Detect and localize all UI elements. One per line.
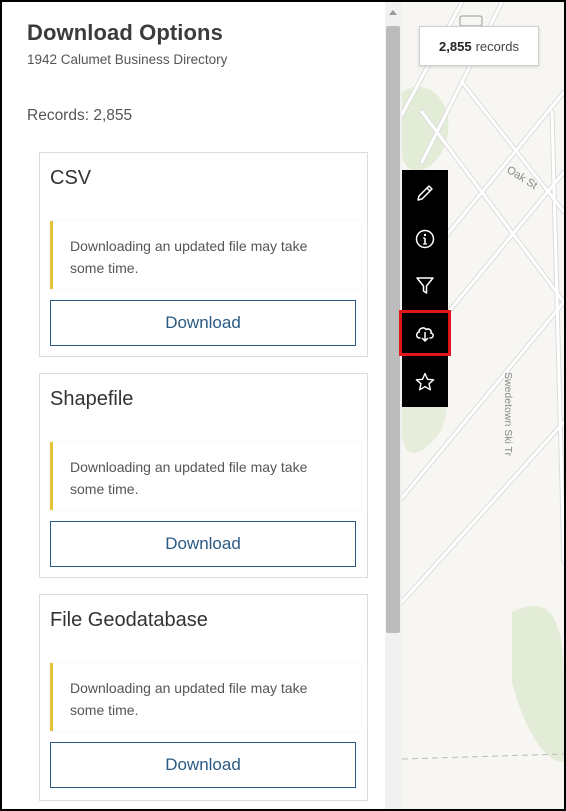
download-csv-button[interactable]: Download — [50, 300, 356, 346]
scroll-up-arrow-icon[interactable] — [389, 10, 397, 15]
filter-icon — [416, 277, 434, 294]
card-title: CSV — [50, 167, 92, 189]
panel-subtitle: 1942 Calumet Business Directory — [27, 52, 228, 67]
download-card-file-geodatabase: File Geodatabase Downloading an updated … — [39, 594, 368, 801]
download-card-csv: CSV Downloading an updated file may take… — [39, 152, 368, 357]
street-label-swedetown: Swedetown Ski Tr — [502, 372, 514, 457]
panel-title: Download Options — [27, 20, 223, 45]
download-options-panel: Download Options 1942 Calumet Business D… — [2, 2, 385, 809]
panel-scrollbar[interactable] — [385, 2, 402, 809]
records-count-badge: 2,855 records — [419, 26, 539, 66]
notice-box: Downloading an updated file may take som… — [50, 221, 361, 289]
records-label: Records: 2,855 — [27, 107, 133, 124]
favorite-tool-button[interactable] — [402, 359, 448, 405]
info-tool-button[interactable] — [402, 216, 448, 262]
notice-box: Downloading an updated file may take som… — [50, 442, 361, 510]
edit-tool-button[interactable] — [402, 170, 448, 216]
download-shapefile-button[interactable]: Download — [50, 521, 356, 567]
star-icon — [415, 372, 435, 391]
notice-text: Downloading an updated file may take som… — [70, 680, 308, 718]
download-tool-button[interactable] — [399, 310, 451, 356]
notice-text: Downloading an updated file may take som… — [70, 238, 308, 276]
records-count-value: 2,855 — [439, 38, 472, 54]
download-cloud-icon — [415, 327, 434, 343]
notice-box: Downloading an updated file may take som… — [50, 663, 361, 731]
card-title: File Geodatabase — [50, 609, 208, 631]
download-file-geodatabase-button[interactable]: Download — [50, 742, 356, 788]
notice-text: Downloading an updated file may take som… — [70, 459, 308, 497]
filter-tool-button[interactable] — [402, 262, 448, 308]
download-card-shapefile: Shapefile Downloading an updated file ma… — [39, 373, 368, 578]
info-icon — [415, 229, 435, 249]
map-toolbar — [399, 170, 451, 407]
scroll-thumb[interactable] — [386, 26, 400, 633]
edit-icon — [417, 185, 433, 201]
app-frame: Oak St Swedetown Ski Tr 2,855 records Do… — [0, 0, 566, 811]
card-title: Shapefile — [50, 388, 134, 410]
records-count-unit: records — [475, 38, 519, 54]
